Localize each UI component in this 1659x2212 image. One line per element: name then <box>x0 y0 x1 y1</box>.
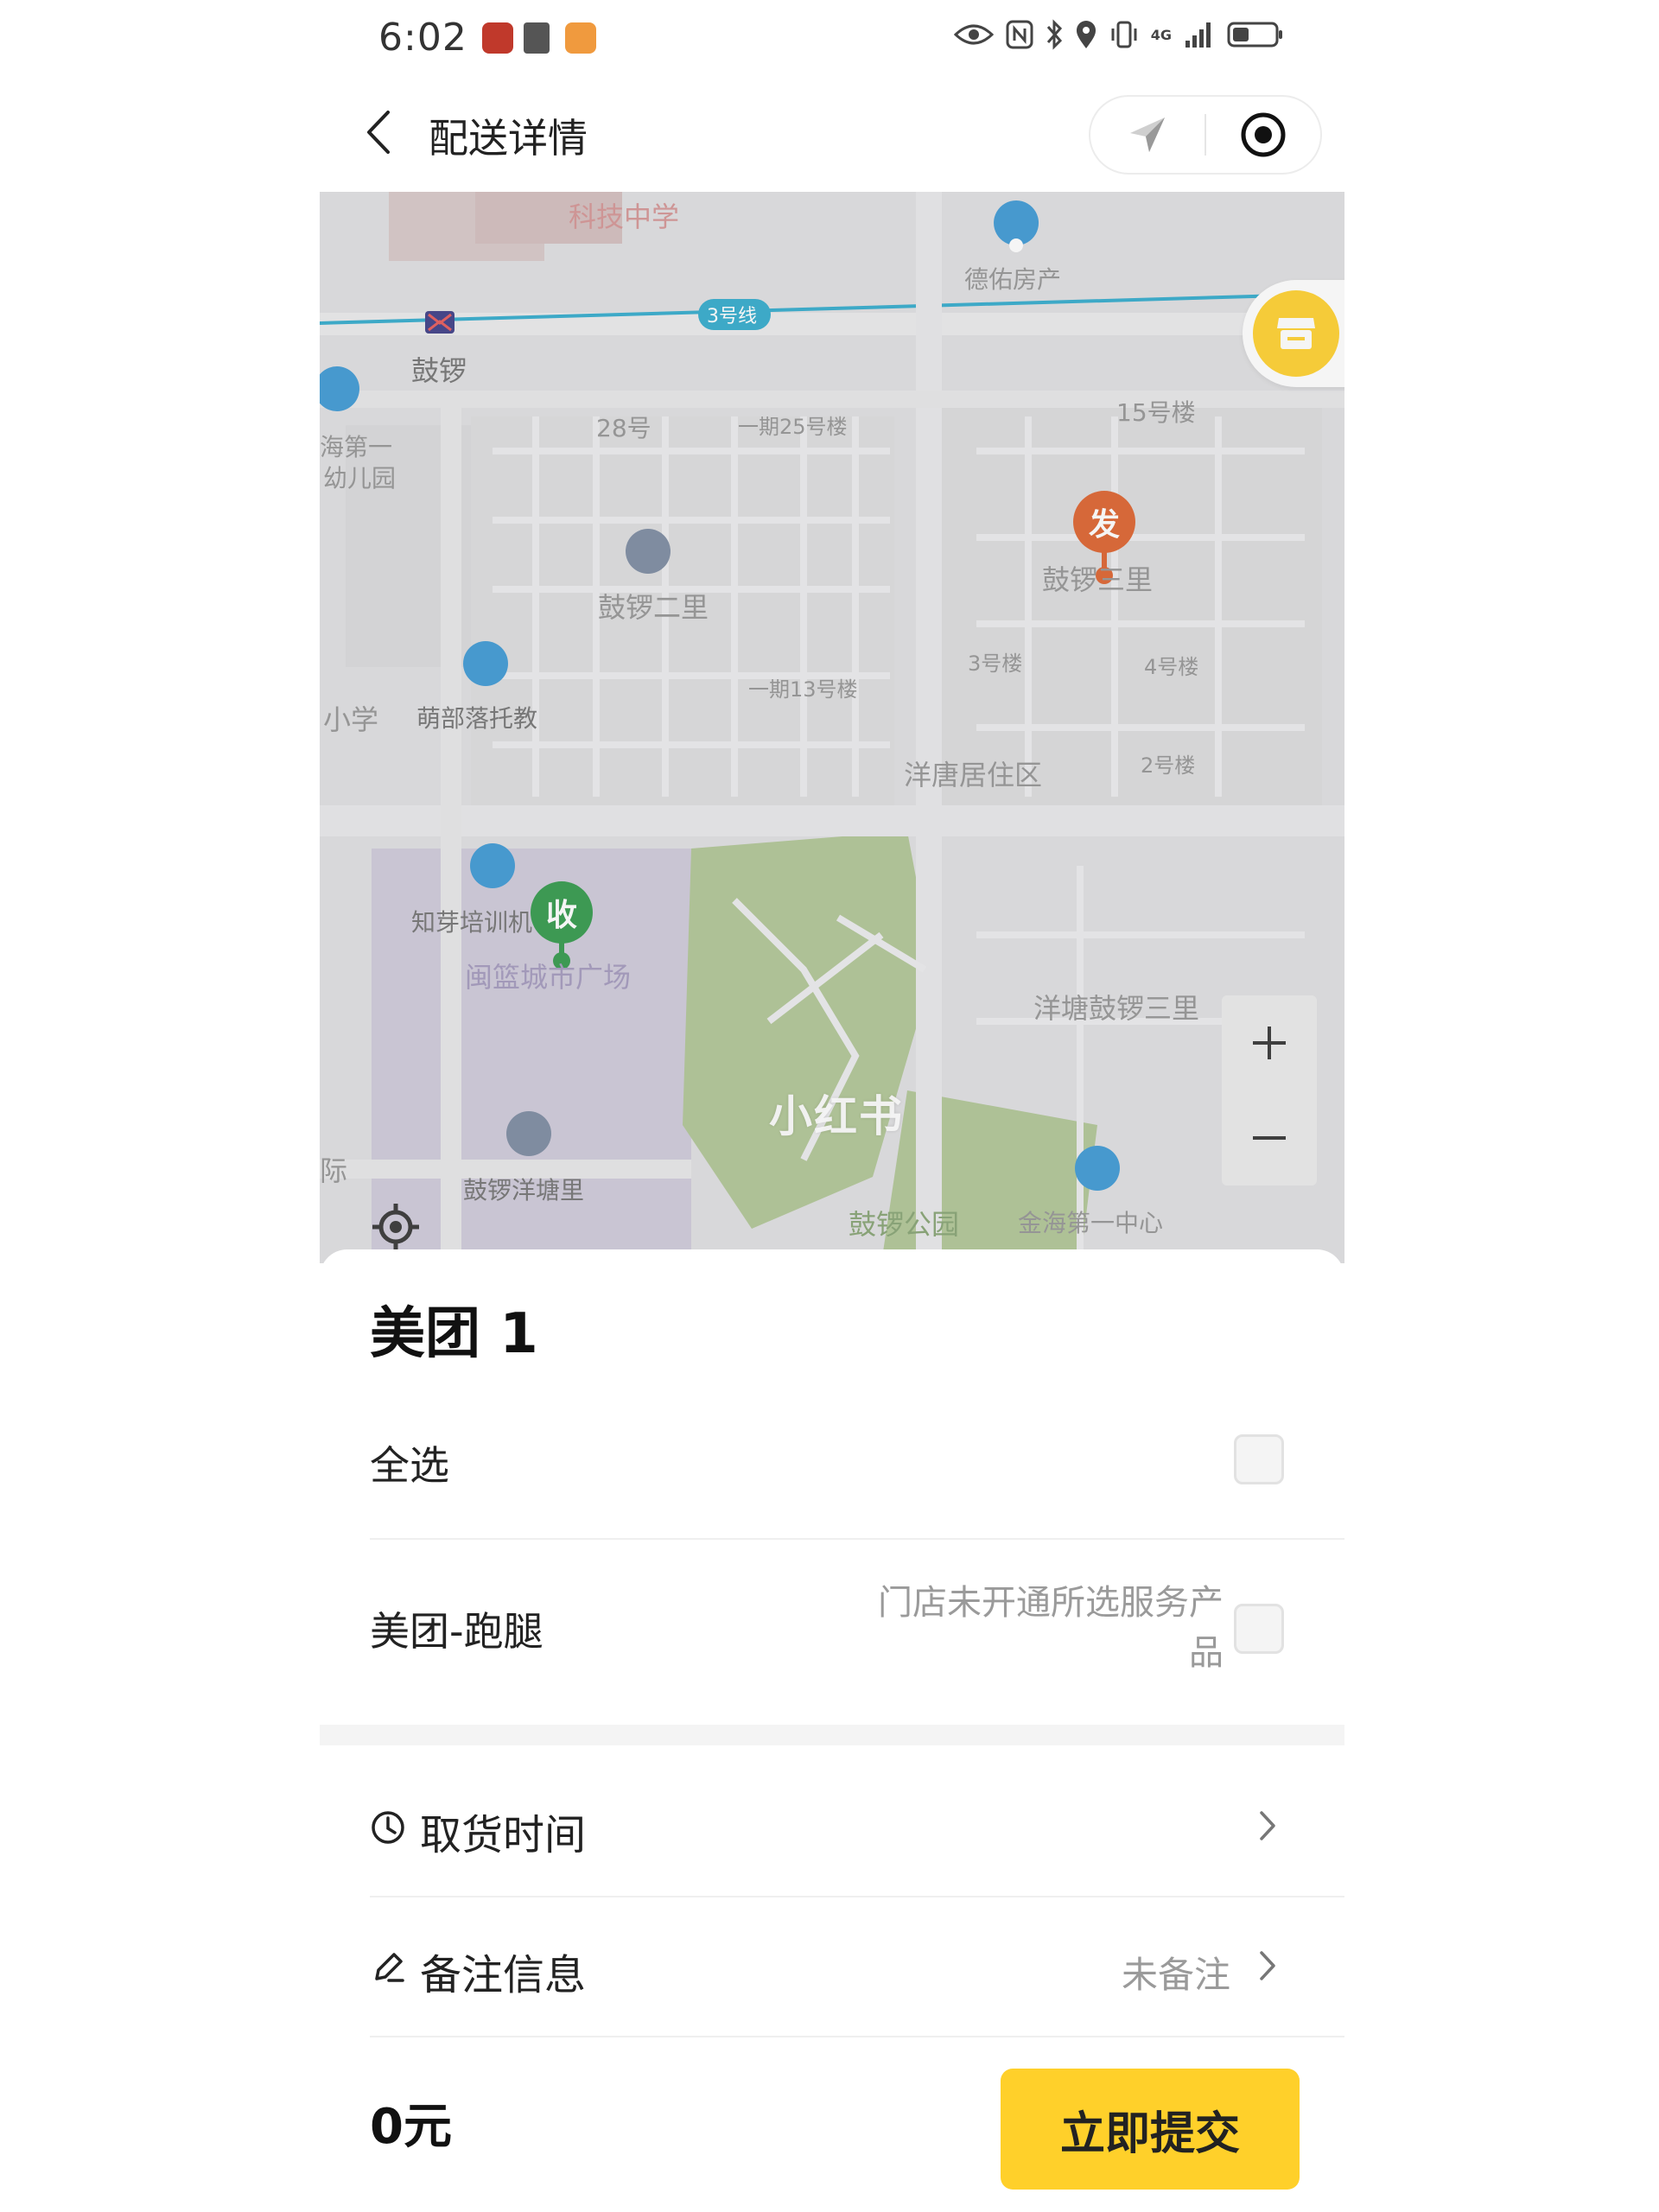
map-label-b15: 15号楼 <box>1116 398 1196 427</box>
back-button[interactable] <box>351 102 406 162</box>
select-all-label: 全选 <box>370 1442 449 1489</box>
map-label-b25: 一期25号楼 <box>738 415 848 439</box>
close-miniprogram-button[interactable] <box>1206 97 1320 173</box>
store-icon <box>1277 318 1315 349</box>
vibrate-icon <box>1111 21 1137 48</box>
service-row[interactable]: 美团-跑腿 门店未开通所选服务产品 <box>370 1578 1344 1690</box>
map-label-kindergarten-b: 幼儿园 <box>323 464 397 493</box>
submit-button[interactable]: 立即提交 <box>1001 2069 1300 2190</box>
location-icon <box>1076 21 1096 48</box>
select-all-row[interactable]: 全选 <box>370 1414 1344 1509</box>
map-label-guluo2: 鼓锣二里 <box>598 591 709 624</box>
map-label-b13: 一期13号楼 <box>748 677 858 702</box>
status-icons: 4G <box>953 19 1284 50</box>
remark-label: 备注信息 <box>420 1951 587 1999</box>
map-label-guluo3: 鼓锣三里 <box>1042 563 1154 596</box>
remark-value: 未备注 <box>1121 1954 1230 1996</box>
clock-icon <box>372 1811 404 1844</box>
navigation-arrow-icon <box>1130 118 1165 152</box>
map-label-school: 科技中学 <box>569 200 680 233</box>
section-gap <box>320 1725 1344 1745</box>
service-checkbox[interactable] <box>1234 1604 1284 1654</box>
map-label-edge: 际 <box>320 1154 348 1187</box>
service-unavailable-text: 门店未开通所选服务产品 <box>878 1583 1224 1673</box>
page-title: 配送详情 <box>429 115 588 162</box>
map-label-park: 鼓锣公园 <box>849 1208 960 1241</box>
store-circle <box>1253 290 1339 377</box>
receive-pin[interactable]: 收 <box>531 881 593 944</box>
phone-screen: 6:02 4G 配送详情 科技中学 德佑房产 3号线 鼓锣 海第一 幼儿园 28… <box>320 0 1344 2212</box>
map-label-metro-line: 3号线 <box>707 306 757 327</box>
map-label-b2: 2号楼 <box>1141 753 1196 778</box>
map-label-b28: 28号 <box>596 414 652 442</box>
nav-bar: 配送详情 <box>320 83 1344 187</box>
share-location-button[interactable] <box>1090 97 1205 173</box>
target-circle-icon <box>1241 112 1286 157</box>
zoom-control <box>1222 995 1317 1185</box>
nfc-icon <box>1006 20 1033 49</box>
divider <box>370 1896 1344 1897</box>
bluetooth-icon <box>1046 19 1062 50</box>
eye-icon <box>953 24 994 45</box>
map-label-mall: 闽篮城市广场 <box>465 961 632 994</box>
map-label-station: 鼓锣 <box>411 354 467 387</box>
map-label-daycare: 萌部落托教 <box>416 704 538 733</box>
status-time: 6:02 <box>378 16 467 60</box>
select-all-checkbox[interactable] <box>1234 1434 1284 1484</box>
map-label-training: 知芽培训机 <box>411 908 533 937</box>
remark-row[interactable]: 备注信息 未备注 <box>370 1920 1320 2015</box>
zoom-in-button[interactable] <box>1222 995 1317 1090</box>
service-label: 美团-跑腿 <box>370 1608 543 1655</box>
map-label-jinhai: 金海第一中心 <box>1018 1209 1164 1237</box>
send-pin[interactable]: 发 <box>1073 491 1135 553</box>
mini-program-capsule <box>1089 95 1322 175</box>
map-label-guluo-yangtang: 鼓锣洋塘里 <box>463 1176 585 1205</box>
battery-icon <box>1227 22 1282 48</box>
chevron-right-icon <box>1260 1811 1275 1840</box>
pickup-time-row[interactable]: 取货时间 <box>370 1780 1320 1875</box>
map-label-primary: 小学 <box>323 703 379 736</box>
message-notification-icon <box>565 22 596 54</box>
total-price: 0元 <box>370 2099 452 2155</box>
minus-icon <box>1253 1136 1286 1140</box>
trash-notification-icon <box>524 22 550 54</box>
status-bar: 6:02 4G <box>320 0 1344 78</box>
map-label-b4: 4号楼 <box>1144 655 1199 679</box>
watermark-text: 小红书 <box>769 1091 904 1141</box>
pencil-icon <box>375 1953 404 1982</box>
chevron-left-icon <box>367 111 390 154</box>
company-title: 美团 1 <box>370 1302 538 1366</box>
delivery-map[interactable]: 科技中学 德佑房产 3号线 鼓锣 海第一 幼儿园 28号 一期25号楼 15号楼… <box>320 192 1344 1263</box>
pickup-time-label: 取货时间 <box>420 1811 587 1859</box>
map-label-kindergarten-a: 海第一 <box>320 433 393 461</box>
map-label-yangtang-guluo: 洋塘鼓锣三里 <box>1033 992 1200 1025</box>
divider <box>370 1538 1344 1540</box>
plus-icon <box>1253 1027 1286 1059</box>
divider <box>370 2036 1344 2037</box>
chevron-right-icon <box>1260 1951 1275 1980</box>
delivery-sheet: 美团 1 全选 美团-跑腿 门店未开通所选服务产品 取货时间 备注信息 未备注 … <box>320 1249 1344 2212</box>
store-button[interactable] <box>1243 280 1344 387</box>
network-type: 4G <box>1150 26 1172 43</box>
app-notification-icon <box>482 22 513 54</box>
zoom-out-button[interactable] <box>1222 1090 1317 1185</box>
map-label-realty: 德佑房产 <box>964 265 1062 294</box>
crosshair-icon <box>372 1204 419 1250</box>
map-label-yangtang-res: 洋唐居住区 <box>904 759 1043 791</box>
signal-icon <box>1185 22 1211 48</box>
map-label-b3: 3号楼 <box>968 652 1023 676</box>
